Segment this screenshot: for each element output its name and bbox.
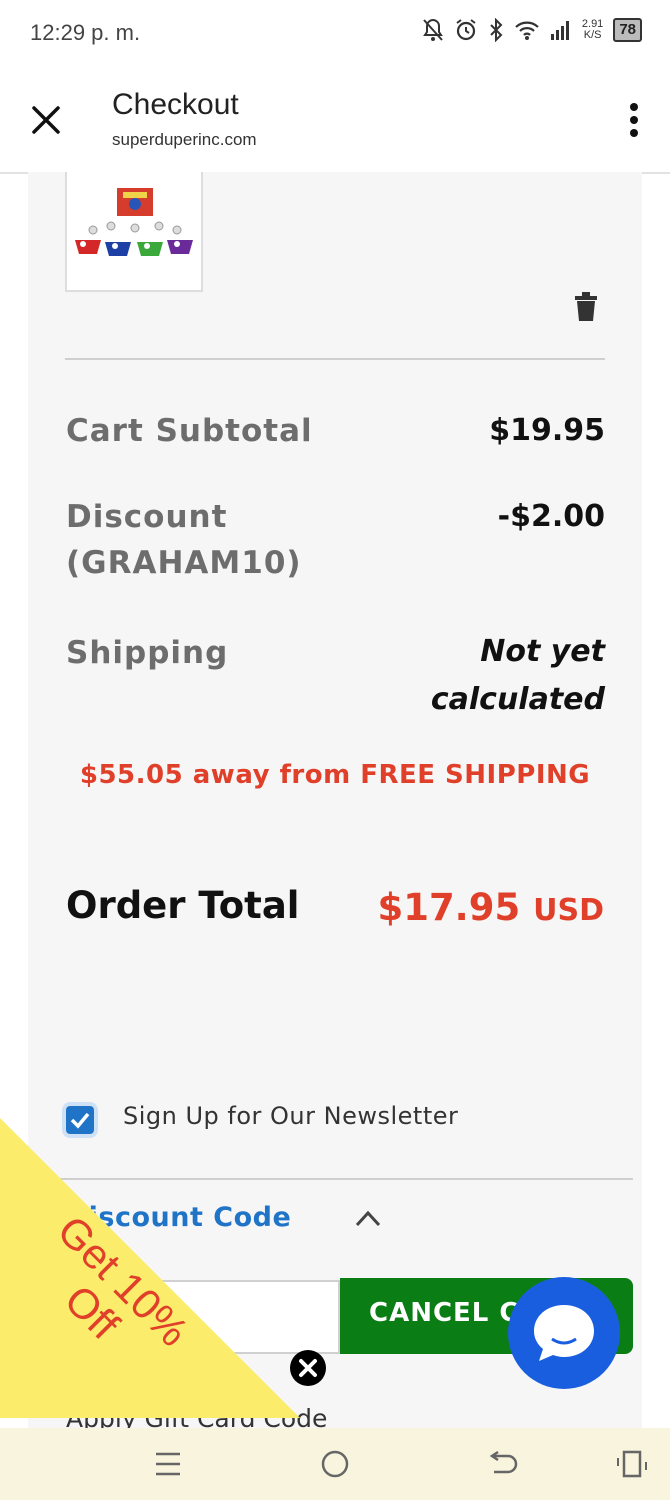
rotate-icon[interactable] xyxy=(614,1446,650,1482)
close-icon[interactable] xyxy=(28,102,64,138)
chat-icon xyxy=(534,1305,594,1361)
status-bar: 12:29 p. m. 2.91 K/S 78 xyxy=(0,0,670,68)
home-icon[interactable] xyxy=(317,1446,353,1482)
promo-close-button[interactable] xyxy=(290,1350,326,1386)
status-time: 12:29 p. m. xyxy=(30,20,141,45)
more-vertical-icon[interactable] xyxy=(628,102,640,138)
wifi-icon xyxy=(515,21,539,40)
status-icons: 2.91 K/S 78 xyxy=(422,18,642,42)
discount-label: Discount (GRAHAM10) xyxy=(66,499,302,581)
product-image xyxy=(75,188,193,256)
battery-icon: 78 xyxy=(613,18,642,42)
close-icon xyxy=(299,1359,317,1377)
promo-banner[interactable]: Get 10% Off xyxy=(0,1118,300,1418)
page-subtitle: superduperinc.com xyxy=(112,130,257,149)
order-total-label: Order Total xyxy=(66,884,300,927)
alarm-icon xyxy=(456,19,476,41)
system-nav-bar xyxy=(0,1428,670,1500)
back-icon[interactable] xyxy=(484,1446,520,1482)
cart-subtotal-label: Cart Subtotal xyxy=(66,413,313,449)
product-thumbnail[interactable] xyxy=(65,172,203,292)
shipping-value: Not yet calculated xyxy=(430,634,605,717)
bluetooth-icon xyxy=(490,18,503,42)
net-speed: 2.91 K/S xyxy=(581,18,604,41)
trash-icon[interactable] xyxy=(574,292,598,322)
free-shipping-message: $55.05 away from FREE SHIPPING xyxy=(79,760,591,790)
chevron-up-icon[interactable] xyxy=(354,1208,382,1228)
bell-off-icon xyxy=(423,18,443,41)
app-bar: Checkout superduperinc.com xyxy=(0,68,670,174)
order-total-value: $17.95 USD xyxy=(377,886,604,929)
divider xyxy=(65,358,605,360)
menu-icon[interactable] xyxy=(150,1446,186,1482)
shipping-label: Shipping xyxy=(66,635,229,671)
signal-icon xyxy=(550,21,569,40)
cart-subtotal-value: $19.95 xyxy=(489,413,605,448)
chat-button[interactable] xyxy=(508,1277,620,1389)
page-title: Checkout xyxy=(112,88,239,121)
discount-value: -$2.00 xyxy=(497,499,605,534)
